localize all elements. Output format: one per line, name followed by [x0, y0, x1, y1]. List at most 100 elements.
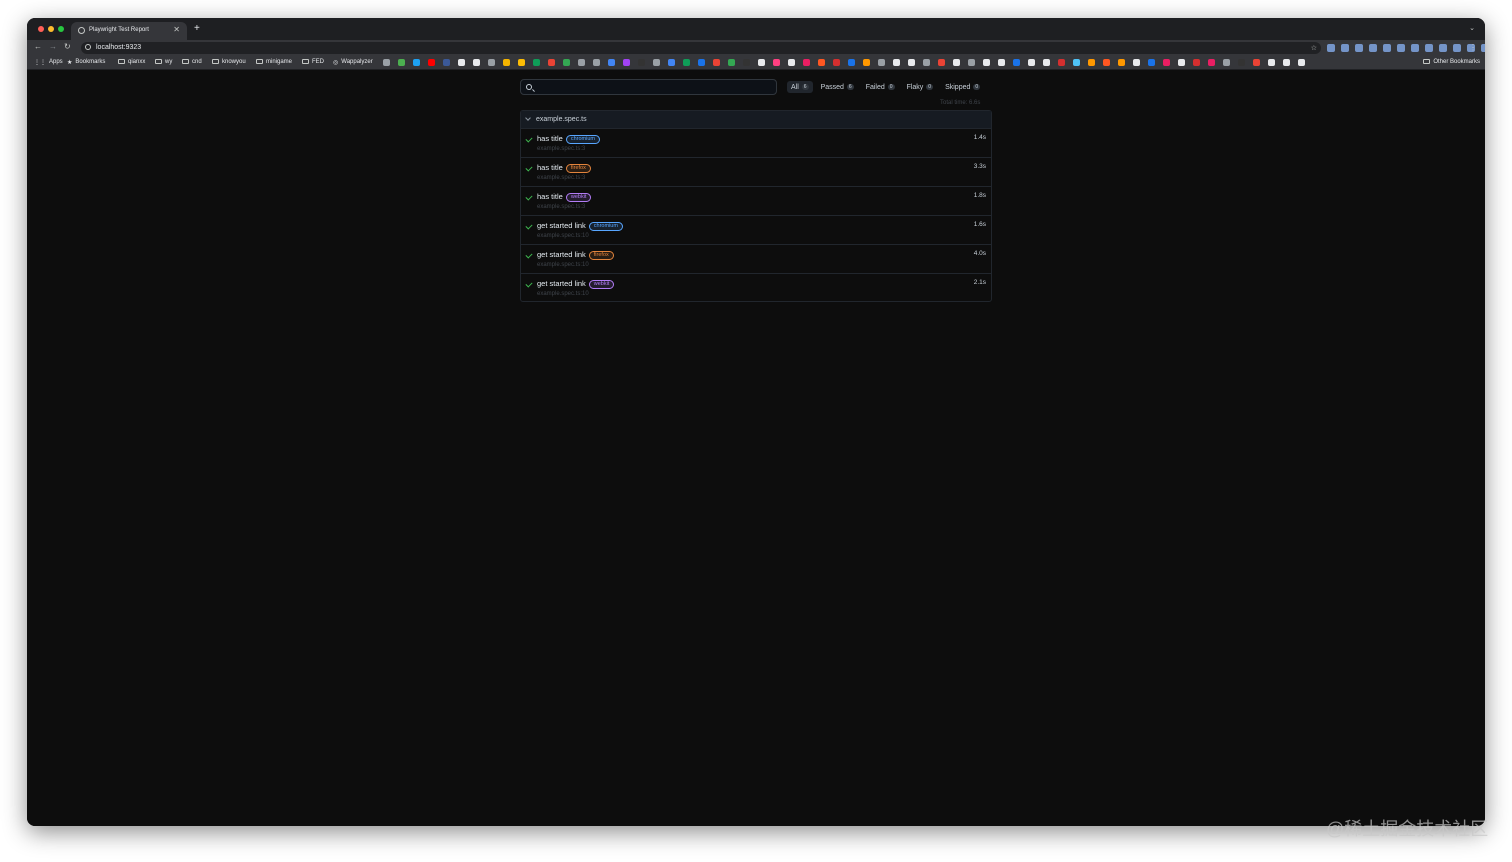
favicon-icon[interactable]	[758, 59, 765, 66]
url-text[interactable]: localhost:9323	[96, 44, 141, 51]
bookmark-folder[interactable]: FED	[302, 59, 324, 65]
favicon-icon[interactable]	[1028, 59, 1035, 66]
favicon-icon[interactable]	[1163, 59, 1170, 66]
extension-icon[interactable]	[1425, 44, 1433, 52]
favicon-icon[interactable]	[938, 59, 945, 66]
favicon-icon[interactable]	[398, 59, 405, 66]
extension-icon[interactable]	[1439, 44, 1447, 52]
favicon-icon[interactable]	[1013, 59, 1020, 66]
favicon-icon[interactable]	[1268, 59, 1275, 66]
maximize-window-button[interactable]	[58, 26, 64, 32]
favicon-icon[interactable]	[878, 59, 885, 66]
favicon-icon[interactable]	[488, 59, 495, 66]
favicon-icon[interactable]	[773, 59, 780, 66]
bookmark-folder[interactable]: minigame	[256, 59, 292, 65]
test-row[interactable]: get started link webkit example.spec.ts:1…	[521, 274, 991, 303]
favicon-icon[interactable]	[653, 59, 660, 66]
favicon-icon[interactable]	[1148, 59, 1155, 66]
favicon-icon[interactable]	[818, 59, 825, 66]
favicon-icon[interactable]	[848, 59, 855, 66]
project-badge[interactable]: firefox	[588, 251, 614, 260]
favicon-icon[interactable]	[638, 59, 645, 66]
favicon-icon[interactable]	[503, 59, 510, 66]
favicon-icon[interactable]	[923, 59, 930, 66]
favicon-icon[interactable]	[833, 59, 840, 66]
favicon-icon[interactable]	[563, 59, 570, 66]
favicon-icon[interactable]	[1103, 59, 1110, 66]
favicon-icon[interactable]	[713, 59, 720, 66]
favicon-icon[interactable]	[1283, 59, 1290, 66]
favicon-icon[interactable]	[1298, 59, 1305, 66]
bookmark-folder[interactable]: qianxx	[118, 59, 145, 65]
favicon-icon[interactable]	[803, 59, 810, 66]
favicon-icon[interactable]	[1118, 59, 1125, 66]
favicon-icon[interactable]	[683, 59, 690, 66]
favicon-icon[interactable]	[728, 59, 735, 66]
favicon-icon[interactable]	[1208, 59, 1215, 66]
extension-icon[interactable]	[1341, 44, 1349, 52]
favicon-icon[interactable]	[1133, 59, 1140, 66]
favicon-icon[interactable]	[863, 59, 870, 66]
favicon-icon[interactable]	[743, 59, 750, 66]
favicon-icon[interactable]	[533, 59, 540, 66]
bookmark-star-icon[interactable]: ☆	[1311, 44, 1317, 52]
bookmark-other[interactable]: Other Bookmarks	[1423, 59, 1480, 65]
favicon-icon[interactable]	[1058, 59, 1065, 66]
chevron-down-icon[interactable]	[525, 115, 531, 121]
forward-icon[interactable]: →	[49, 42, 57, 51]
menu-icon[interactable]: ⋮	[1469, 43, 1477, 52]
favicon-icon[interactable]	[998, 59, 1005, 66]
favicon-icon[interactable]	[548, 59, 555, 66]
test-row[interactable]: get started link chromium example.spec.ts…	[521, 216, 991, 245]
favicon-icon[interactable]	[473, 59, 480, 66]
project-badge[interactable]: webkit	[588, 280, 615, 289]
close-window-button[interactable]	[38, 26, 44, 32]
filter-failed[interactable]: Failed 0	[862, 81, 899, 93]
favicon-icon[interactable]	[1088, 59, 1095, 66]
favicon-icon[interactable]	[1043, 59, 1050, 66]
extension-icon[interactable]	[1397, 44, 1405, 52]
favicon-icon[interactable]	[698, 59, 705, 66]
extension-icon[interactable]	[1383, 44, 1391, 52]
extension-icon[interactable]	[1369, 44, 1377, 52]
test-row[interactable]: has title webkit example.spec.ts:3 1.8s	[521, 187, 991, 216]
favicon-icon[interactable]	[1238, 59, 1245, 66]
project-badge[interactable]: webkit	[565, 193, 592, 202]
extension-icon[interactable]	[1327, 44, 1335, 52]
favicon-icon[interactable]	[1073, 59, 1080, 66]
extension-icon[interactable]	[1481, 44, 1485, 52]
bookmark-folder[interactable]: cnd	[182, 59, 202, 65]
info-icon[interactable]	[85, 44, 91, 50]
favicon-icon[interactable]	[413, 59, 420, 66]
favicon-icon[interactable]	[593, 59, 600, 66]
filter-skipped[interactable]: Skipped 0	[941, 81, 984, 93]
project-badge[interactable]: chromium	[565, 135, 601, 144]
search-box[interactable]	[520, 79, 777, 95]
reload-icon[interactable]: ↻	[64, 42, 71, 51]
project-badge[interactable]: chromium	[588, 222, 623, 231]
new-tab-button[interactable]: +	[194, 23, 200, 34]
favicon-icon[interactable]	[1193, 59, 1200, 66]
favicon-icon[interactable]	[443, 59, 450, 66]
favicon-icon[interactable]	[458, 59, 465, 66]
favicon-icon[interactable]	[518, 59, 525, 66]
filter-passed[interactable]: Passed 6	[817, 81, 858, 93]
extension-icon[interactable]	[1453, 44, 1461, 52]
favicon-icon[interactable]	[1253, 59, 1260, 66]
favicon-icon[interactable]	[968, 59, 975, 66]
favicon-icon[interactable]	[893, 59, 900, 66]
bookmark-apps[interactable]: ⋮⋮ Apps	[34, 59, 63, 66]
favicon-icon[interactable]	[1178, 59, 1185, 66]
favicon-icon[interactable]	[983, 59, 990, 66]
favicon-icon[interactable]	[383, 59, 390, 66]
favicon-icon[interactable]	[428, 59, 435, 66]
favicon-icon[interactable]	[668, 59, 675, 66]
bookmark-bookmarks[interactable]: ★ Bookmarks	[67, 59, 105, 66]
test-row[interactable]: has title chromium example.spec.ts:3 1.4s	[521, 129, 991, 158]
bookmark-folder[interactable]: wy	[155, 59, 172, 65]
favicon-icon[interactable]	[623, 59, 630, 66]
favicon-icon[interactable]	[953, 59, 960, 66]
favicon-icon[interactable]	[1223, 59, 1230, 66]
favicon-icon[interactable]	[578, 59, 585, 66]
back-icon[interactable]: ←	[34, 42, 42, 51]
